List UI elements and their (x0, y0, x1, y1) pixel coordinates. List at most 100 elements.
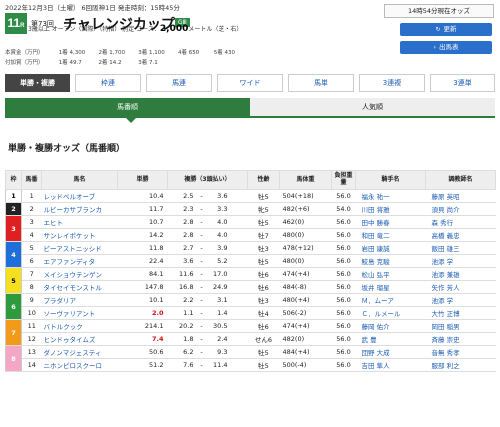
horse-name-link[interactable]: ダノンマジェスティ (44, 349, 102, 357)
tab-sort-by-popularity[interactable]: 人気順 (250, 98, 495, 116)
jockey-link[interactable]: 福永 祐一 (362, 193, 390, 201)
trainer-link[interactable]: 音無 秀孝 (432, 349, 460, 357)
jockey-link[interactable]: 武 豊 (362, 336, 377, 344)
jockey-cell: Ｃ．ルメール (355, 306, 426, 320)
burden-weight: 56.0 (331, 358, 356, 372)
horse-name-link[interactable]: メイショウテンゲン (44, 271, 103, 279)
horse-name-cell: ビーアストニッシド (41, 241, 118, 255)
jockey-cell: 藤岡 佑介 (355, 319, 426, 333)
race-conditions: 3歳以上 オープン（国際）（特指） 別定 コース：2,000メートル（芝・右） (28, 24, 243, 34)
trainer-link[interactable]: 斉藤 崇史 (432, 336, 460, 344)
tab-exacta[interactable]: 馬単 (288, 74, 354, 92)
trainer-link[interactable]: 池添 兼雄 (432, 271, 460, 279)
table-row: 3 3 エヒト 10.7 2.8-4.0 牡5 462(0) 56.0 田中 勝春森 秀行 (5, 215, 496, 242)
sex-age: 牡5 (247, 189, 280, 203)
col-header-burden: 負担重量 (331, 170, 356, 190)
tab-quinella[interactable]: 馬連 (146, 74, 212, 92)
update-button[interactable]: ↻ 更新 (400, 23, 492, 36)
jockey-link[interactable]: 岩田 康誠 (362, 245, 390, 253)
place-odds: 1.1-1.4 (167, 306, 248, 320)
trainer-link[interactable]: 服部 利之 (432, 362, 460, 370)
jockey-link[interactable]: 鮫島 克駿 (362, 258, 390, 266)
win-odds: 2.0 (117, 306, 168, 320)
trainer-link[interactable]: 森 秀行 (432, 219, 454, 227)
trainer-link[interactable]: 藤原 英昭 (432, 193, 460, 201)
horse-name-link[interactable]: タイセイモンストル (44, 284, 102, 292)
burden-weight: 56.0 (331, 319, 356, 333)
trainer-link[interactable]: 池添 学 (432, 258, 454, 266)
trainer-cell: 池添 兼雄 (425, 267, 496, 281)
trainer-link[interactable]: 矢作 芳人 (432, 284, 460, 292)
horse-number: 1 (21, 189, 42, 203)
tab-wide[interactable]: ワイド (217, 74, 283, 92)
jockey-cell: Ｍ．ムーア (355, 293, 426, 307)
prize-row-main: 本賞金（万円） 1着 4,300 2着 1,700 3着 1,100 4着 65… (5, 50, 235, 56)
win-odds: 10.7 (117, 215, 168, 229)
horse-weight: 482(0) (279, 332, 332, 346)
waku-cell: 7 (5, 319, 22, 346)
race-card-button[interactable]: › 出馬表 (400, 41, 492, 54)
place-odds: 11.6-17.0 (167, 267, 248, 281)
jockey-link[interactable]: 川田 将雅 (362, 206, 390, 214)
jockey-link[interactable]: 田中 勝春 (362, 219, 390, 227)
table-row: 6 9 プラダリア 10.1 2.2-3.1 牡3 480(+4) 56.0 Ｍ．ムーア 池添 学 (5, 293, 496, 320)
win-odds: 50.6 (117, 345, 168, 359)
trainer-cell: 服部 利之 (425, 358, 496, 372)
horse-name-link[interactable]: プラダリア (44, 297, 77, 305)
horse-number: 4 (21, 228, 42, 242)
trainer-link[interactable]: 飯田 雄三 (432, 245, 460, 253)
trainer-link[interactable]: 池添 学 (432, 297, 454, 305)
jockey-link[interactable]: 団野 大成 (362, 349, 390, 357)
horse-weight: 484(+4) (279, 345, 332, 359)
sex-age: 牡6 (247, 267, 280, 281)
horse-name-link[interactable]: ルビーカサブランカ (44, 206, 103, 214)
horse-name-cell: ソーヴァリアント (41, 306, 118, 320)
sort-tabs: 馬番順 人気順 (5, 98, 495, 116)
horse-name-link[interactable]: サンレイポケット (44, 232, 96, 240)
horse-name-link[interactable]: ビーアストニッシド (44, 245, 102, 253)
horse-name-link[interactable]: バトルクック (44, 323, 83, 331)
trainer-cell: 矢作 芳人 (425, 280, 496, 294)
tab-trio[interactable]: 3連複 (359, 74, 425, 92)
trainer-cell: 池添 学 (425, 293, 496, 307)
win-odds: 7.4 (117, 332, 168, 346)
jockey-cell: 鮫島 克駿 (355, 254, 426, 268)
jockey-link[interactable]: 藤岡 佑介 (362, 323, 390, 331)
place-odds: 7.6-11.4 (167, 358, 248, 372)
jockey-link[interactable]: 松山 弘平 (362, 271, 390, 279)
tab-trifecta[interactable]: 3連単 (430, 74, 495, 92)
jockey-link[interactable]: 吉田 隼人 (362, 362, 390, 370)
horse-name-cell: バトルクック (41, 319, 118, 333)
horse-name-link[interactable]: エアファンディタ (44, 258, 96, 266)
race-number-badge: 11R (5, 13, 27, 34)
place-odds: 2.5-3.6 (167, 189, 248, 203)
horse-name-link[interactable]: エヒト (44, 219, 64, 227)
jockey-link[interactable]: 和田 竜二 (362, 232, 390, 240)
jockey-link[interactable]: 坂井 瑠星 (362, 284, 390, 292)
col-header-number: 馬番 (21, 170, 42, 190)
trainer-cell: 藤原 英昭 (425, 189, 496, 203)
trainer-link[interactable]: 岡田 稲男 (432, 323, 460, 331)
trainer-cell: 須貝 尚介 (425, 202, 496, 216)
horse-name-link[interactable]: ソーヴァリアント (44, 310, 96, 318)
horse-name-link[interactable]: ヒンドゥタイムズ (44, 336, 96, 344)
col-header-place-odds: 複勝（3頭払い） (167, 170, 248, 190)
trainer-link[interactable]: 高橋 義忠 (432, 232, 460, 240)
tab-sort-by-number[interactable]: 馬番順 (5, 98, 250, 116)
trainer-link[interactable]: 須貝 尚介 (432, 206, 460, 214)
trainer-link[interactable]: 大竹 正博 (432, 310, 460, 318)
place-odds: 1.8-2.4 (167, 332, 248, 346)
horse-name-link[interactable]: ニホンピロスクーロ (44, 362, 103, 370)
horse-weight: 506(-2) (279, 306, 332, 320)
jockey-link[interactable]: Ｍ．ムーア (362, 297, 394, 305)
horse-name-link[interactable]: レッドベルオーブ (44, 193, 96, 201)
place-odds: 2.3-3.3 (167, 202, 248, 216)
trainer-cell: 音無 秀孝 (425, 345, 496, 359)
tab-bracket-quinella[interactable]: 枠連 (75, 74, 141, 92)
place-odds: 2.7-3.9 (167, 241, 248, 255)
tab-win-place[interactable]: 単勝・複勝 (5, 74, 70, 92)
burden-weight: 56.0 (331, 254, 356, 268)
table-row: 7 11 バトルクック 214.1 20.2-30.5 牡6 474(+4) 56.0 藤岡 佑… (5, 319, 496, 346)
horse-weight: 484(-8) (279, 280, 332, 294)
jockey-link[interactable]: Ｃ．ルメール (362, 310, 401, 318)
